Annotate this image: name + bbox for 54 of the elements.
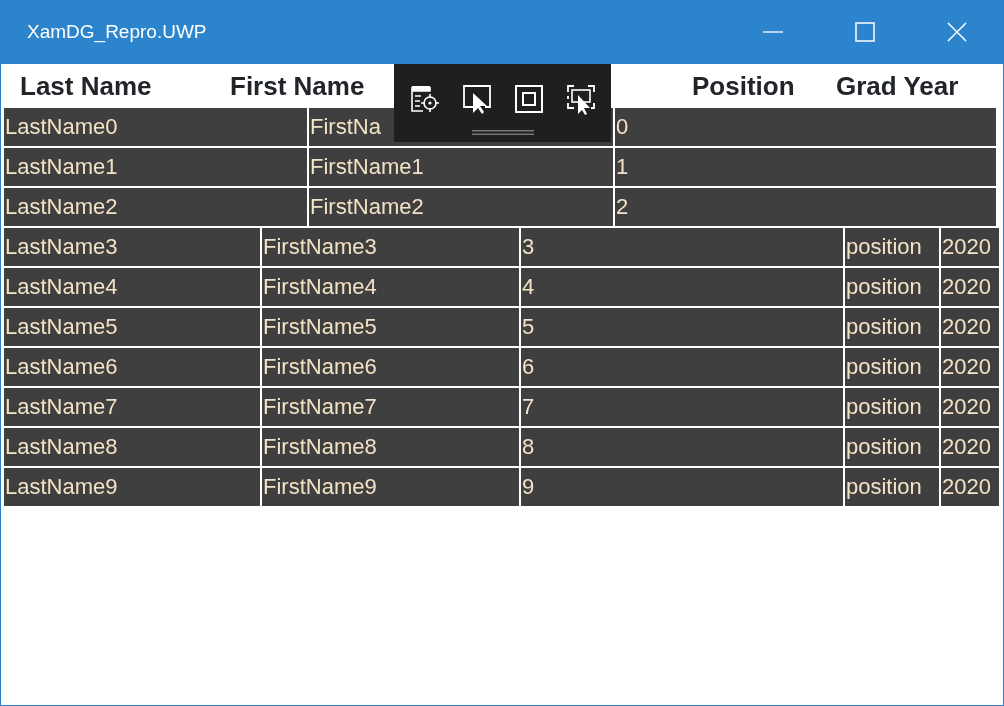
drag-handle[interactable] bbox=[471, 130, 534, 135]
table-cell[interactable]: FirstName2 bbox=[309, 188, 613, 226]
column-header[interactable]: Last Name bbox=[20, 66, 152, 106]
table-cell[interactable]: 2 bbox=[615, 188, 996, 226]
table-cell[interactable]: LastName6 bbox=[4, 348, 260, 386]
table-cell[interactable]: position bbox=[845, 428, 939, 466]
column-header[interactable]: Position bbox=[692, 66, 795, 106]
maximize-icon bbox=[855, 22, 875, 42]
table-cell[interactable]: FirstName3 bbox=[262, 228, 519, 266]
window-title: XamDG_Repro.UWP bbox=[26, 19, 208, 45]
table-cell[interactable]: FirstName4 bbox=[262, 268, 519, 306]
table-cell[interactable]: FirstName1 bbox=[309, 148, 613, 186]
table-cell[interactable]: 2020 bbox=[941, 308, 999, 346]
table-cell[interactable]: 2020 bbox=[941, 428, 999, 466]
table-cell[interactable]: LastName8 bbox=[4, 428, 260, 466]
table-cell[interactable]: 2020 bbox=[941, 268, 999, 306]
table-cell[interactable]: 6 bbox=[521, 348, 843, 386]
table-cell[interactable]: position bbox=[845, 268, 939, 306]
table-cell[interactable]: LastName1 bbox=[4, 148, 307, 186]
table-cell[interactable]: LastName0 bbox=[4, 108, 307, 146]
table-cell[interactable]: 0 bbox=[615, 108, 996, 146]
table-cell[interactable]: FirstName9 bbox=[262, 468, 519, 506]
table-cell[interactable]: LastName3 bbox=[4, 228, 260, 266]
table-cell[interactable]: position bbox=[845, 388, 939, 426]
focus-pointer-icon bbox=[564, 83, 597, 117]
table-cell[interactable]: 2020 bbox=[941, 348, 999, 386]
table-cell[interactable]: FirstName8 bbox=[262, 428, 519, 466]
table-cell[interactable]: 3 bbox=[521, 228, 843, 266]
table-cell[interactable]: LastName5 bbox=[4, 308, 260, 346]
minimize-icon bbox=[763, 31, 783, 33]
table-cell[interactable]: 1 bbox=[615, 148, 996, 186]
table-cell[interactable]: position bbox=[845, 468, 939, 506]
table-cell[interactable]: LastName2 bbox=[4, 188, 307, 226]
table-cell[interactable]: FirstName7 bbox=[262, 388, 519, 426]
pointer-icon bbox=[460, 83, 493, 117]
table-cell[interactable]: FirstName6 bbox=[262, 348, 519, 386]
table-cell[interactable]: 9 bbox=[521, 468, 843, 506]
column-header[interactable]: First Name bbox=[230, 66, 365, 106]
table-cell[interactable]: LastName9 bbox=[4, 468, 260, 506]
table-cell[interactable]: position bbox=[845, 308, 939, 346]
table-cell[interactable]: position bbox=[845, 228, 939, 266]
table-cell[interactable]: LastName4 bbox=[4, 268, 260, 306]
close-icon bbox=[947, 22, 967, 42]
table-cell[interactable]: FirstName5 bbox=[262, 308, 519, 346]
table-cell[interactable]: 2020 bbox=[941, 468, 999, 506]
table-cell[interactable]: LastName7 bbox=[4, 388, 260, 426]
table-cell[interactable]: 5 bbox=[521, 308, 843, 346]
table-cell[interactable]: 2020 bbox=[941, 388, 999, 426]
table-cell[interactable]: position bbox=[845, 348, 939, 386]
table-cell[interactable]: 7 bbox=[521, 388, 843, 426]
table-cell[interactable]: 2020 bbox=[941, 228, 999, 266]
column-header[interactable]: Grad Year bbox=[836, 66, 959, 106]
table-cell[interactable]: 4 bbox=[521, 268, 843, 306]
table-cell[interactable]: 8 bbox=[521, 428, 843, 466]
